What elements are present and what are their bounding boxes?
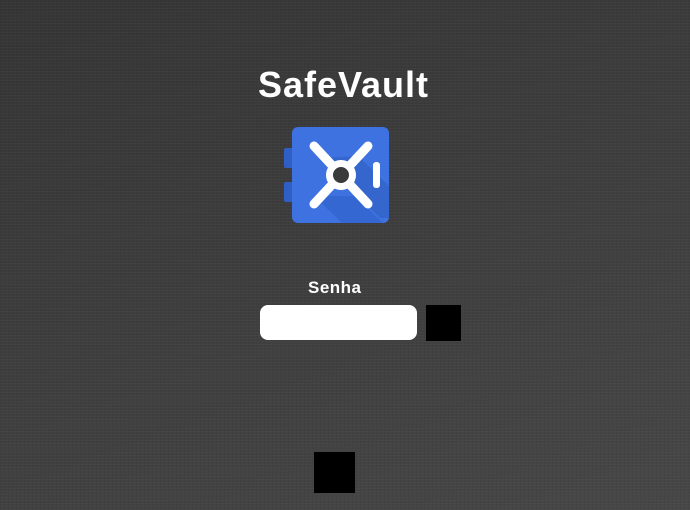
password-input[interactable]	[260, 305, 417, 340]
safe-vault-icon	[284, 126, 390, 224]
bottom-action-button[interactable]	[314, 452, 355, 493]
password-label: Senha	[308, 278, 362, 297]
submit-button[interactable]	[426, 305, 461, 341]
app-title: SafeVault	[257, 64, 430, 105]
